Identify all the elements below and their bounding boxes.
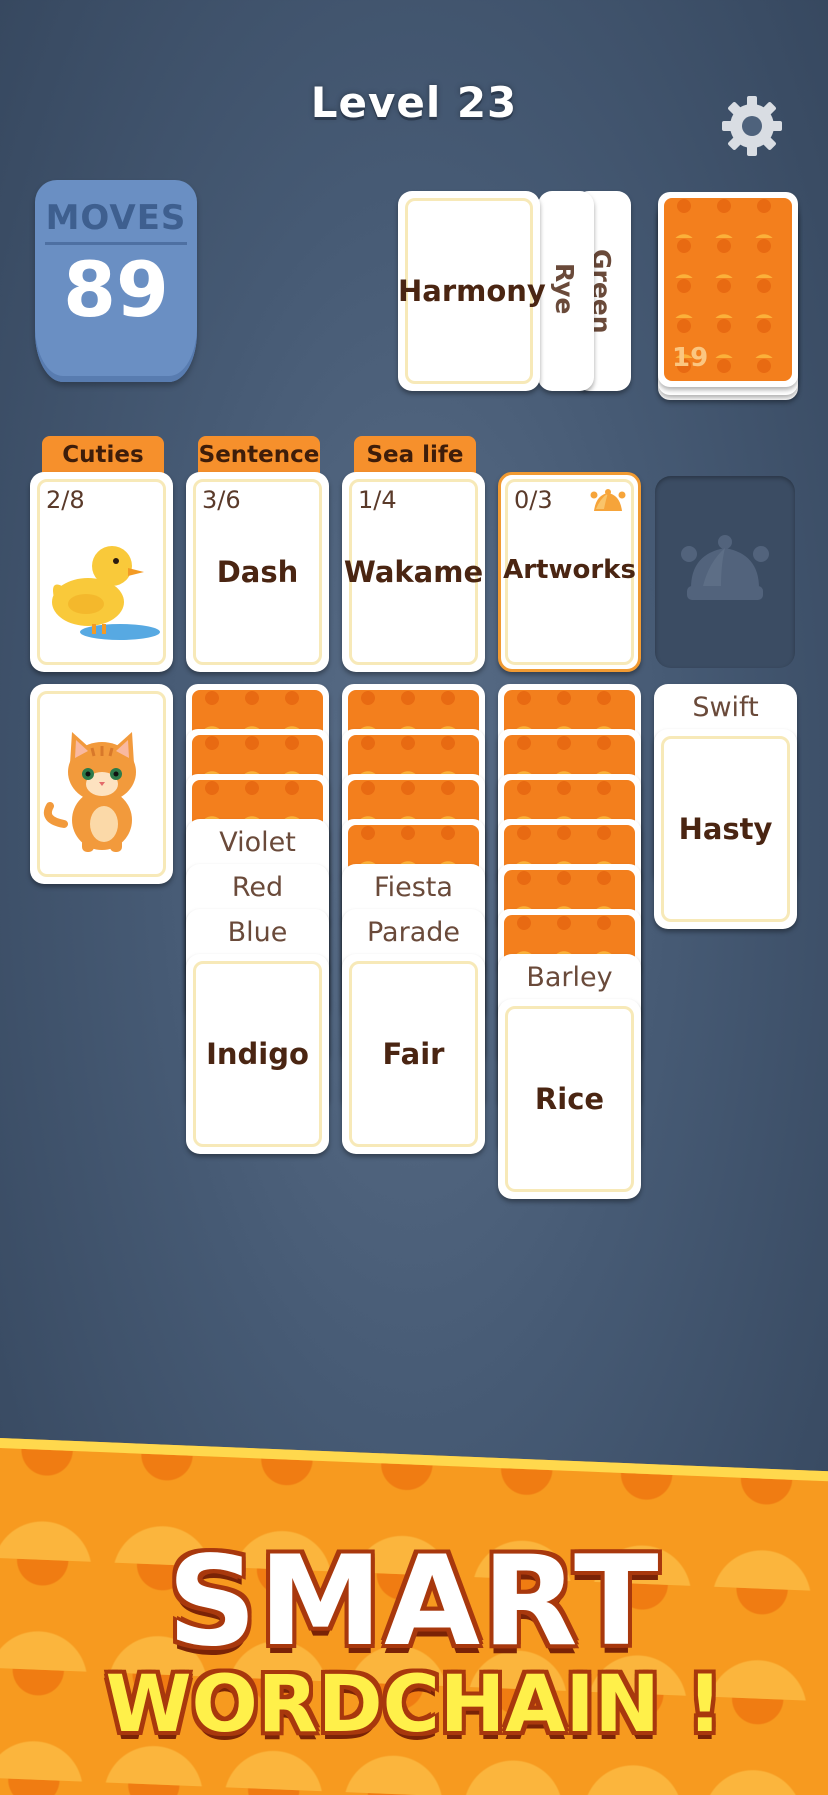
duck-picture — [52, 546, 160, 640]
card-word: Parade — [366, 917, 460, 948]
waste-card-word: Rye — [550, 263, 579, 315]
tableau-top-card[interactable]: Indigo — [186, 954, 329, 1154]
level-title: Level 23 — [310, 78, 518, 127]
card-word: Swift — [692, 692, 759, 723]
foundation-word: Artworks — [503, 555, 636, 585]
moves-counter: MOVES 89 — [35, 180, 197, 382]
empty-foundation-slot[interactable] — [655, 476, 795, 668]
moves-value: 89 — [63, 245, 169, 334]
card-word: Barley — [526, 962, 613, 993]
foundation-artworks[interactable]: 0/3 Artworks — [498, 472, 641, 672]
waste-card-under-1: Rye — [538, 191, 594, 391]
waste-top-card[interactable]: Harmony — [398, 191, 546, 391]
category-label-cuties: Cuties — [42, 436, 164, 474]
foundation-word: Dash — [216, 555, 299, 589]
promo-subheadline: WORDCHAIN ! — [105, 1660, 723, 1750]
foundation-cuties[interactable]: 2/8 — [30, 472, 173, 672]
card-word: Hasty — [678, 812, 773, 846]
promo-headline: SMART — [167, 1530, 661, 1674]
card-word: Red — [231, 872, 284, 903]
draw-deck[interactable]: 19 — [658, 192, 798, 387]
foundation-progress: 0/3 — [514, 486, 553, 514]
cat-picture — [43, 732, 136, 852]
foundation-progress: 3/6 — [202, 486, 241, 514]
card-word: Fiesta — [374, 872, 453, 903]
foundation-progress: 2/8 — [46, 486, 85, 514]
card-word: Blue — [227, 917, 288, 948]
foundation-sea-life[interactable]: 1/4 Wakame — [342, 472, 485, 672]
card-word: Indigo — [206, 1037, 309, 1071]
foundation-word: Wakame — [343, 555, 484, 589]
card-word: Violet — [219, 827, 296, 858]
jester-hat-icon — [590, 489, 626, 511]
moves-label: MOVES — [45, 198, 187, 245]
card-word: Rice — [534, 1082, 605, 1116]
tableau-top-card[interactable]: Rice — [498, 999, 641, 1199]
gear-icon[interactable] — [716, 90, 788, 162]
waste-top-word: Harmony — [398, 274, 546, 308]
foundation-progress: 1/4 — [358, 486, 397, 514]
card-word: Fair — [382, 1037, 445, 1071]
category-label-sentence: Sentence — [198, 436, 320, 474]
tableau-top-card[interactable]: Fair — [342, 954, 485, 1154]
deck-remaining-count: 19 — [672, 343, 709, 373]
jester-hat-icon — [681, 535, 769, 600]
category-label-sea-life: Sea life — [354, 436, 476, 474]
tableau-card-cat[interactable] — [30, 684, 173, 884]
tableau-top-card[interactable]: Hasty — [654, 729, 797, 929]
foundation-sentence[interactable]: 3/6 Dash — [186, 472, 329, 672]
